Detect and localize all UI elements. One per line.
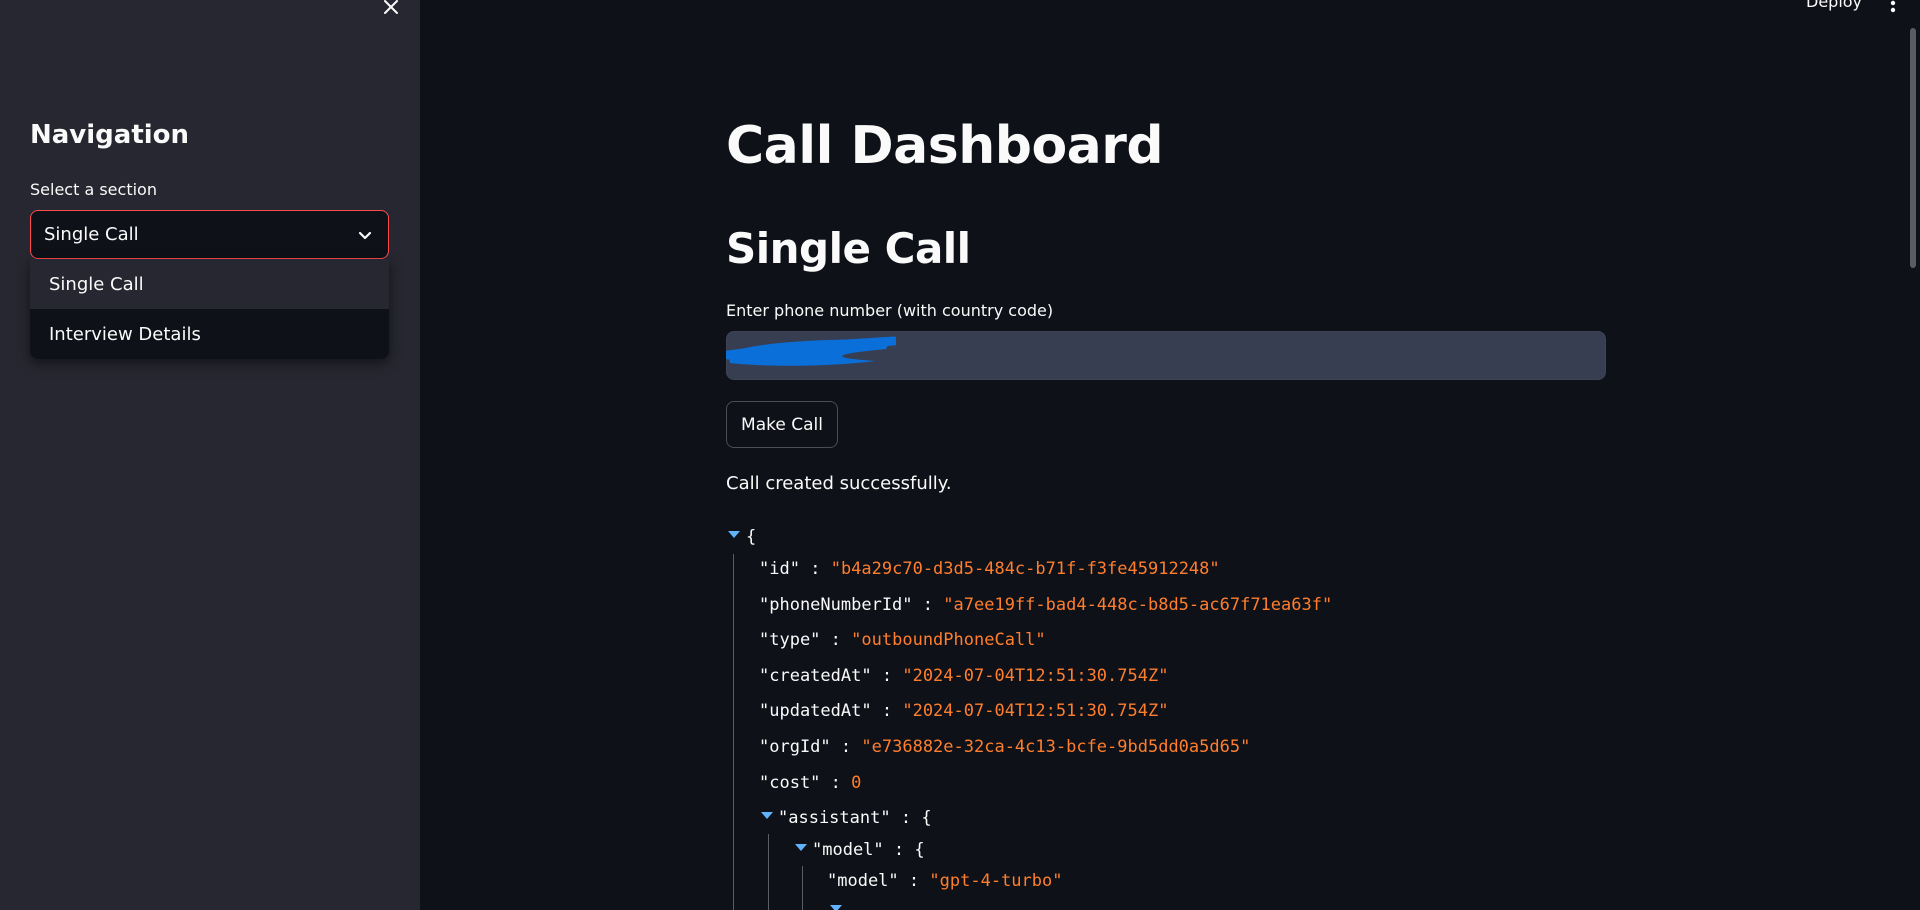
triangle-down-icon[interactable] xyxy=(795,844,807,851)
json-value: "2024-07-04T12:51:30.754Z" xyxy=(902,701,1169,721)
json-value: "e736882e-32ca-4c13-bcfe-9bd5dd0a5d65" xyxy=(861,737,1251,757)
json-root-row: { xyxy=(726,520,756,554)
json-row-model-name: "model" : "gpt-4-turbo" xyxy=(827,864,1062,898)
json-row-createdAt: "createdAt" : "2024-07-04T12:51:30.754Z" xyxy=(759,659,1168,693)
json-open-brace: { xyxy=(746,527,757,547)
json-key: "cost" xyxy=(759,773,821,793)
status-message: Call created successfully. xyxy=(726,473,952,494)
json-key: "orgId" xyxy=(759,737,831,757)
json-row-id: "id" : "b4a29c70-d3d5-484c-b71f-f3fe4591… xyxy=(759,552,1220,586)
json-separator: : xyxy=(830,773,841,793)
phone-number-label: Enter phone number (with country code) xyxy=(726,301,1054,320)
json-key: "type" xyxy=(759,630,821,650)
json-key: "createdAt" xyxy=(759,666,872,686)
main-scrollbar[interactable] xyxy=(1910,28,1916,268)
section-title: Single Call xyxy=(726,224,971,273)
main-menu-button[interactable] xyxy=(1886,0,1900,16)
json-open-brace: { xyxy=(921,808,932,828)
close-icon xyxy=(384,0,398,14)
sidebar: Navigation Select a section Single Call … xyxy=(0,0,420,910)
json-row-model-object: "model" : { xyxy=(795,833,925,867)
make-call-button[interactable]: Make Call xyxy=(726,401,838,448)
json-row-orgId: "orgId" : "e736882e-32ca-4c13-bcfe-9bd5d… xyxy=(759,730,1250,764)
json-row-updatedAt: "updatedAt" : "2024-07-04T12:51:30.754Z" xyxy=(759,694,1168,728)
json-separator: : xyxy=(810,559,821,579)
sidebar-title: Navigation xyxy=(30,120,190,150)
json-value: "a7ee19ff-bad4-448c-b8d5-ac67f71ea63f" xyxy=(943,595,1333,615)
json-value: "b4a29c70-d3d5-484c-b71f-f3fe45912248" xyxy=(830,559,1220,579)
json-key: "model" xyxy=(812,840,884,860)
json-value: "outboundPhoneCall" xyxy=(851,630,1046,650)
json-value: 0 xyxy=(851,773,862,793)
section-dropdown-menu: Single Call Interview Details xyxy=(30,259,389,359)
json-separator: : xyxy=(830,630,841,650)
deploy-button[interactable]: Deploy xyxy=(1806,0,1862,11)
json-separator: : xyxy=(893,840,905,860)
section-select-value: Single Call xyxy=(44,224,139,245)
json-separator: : xyxy=(908,871,920,891)
json-separator: : xyxy=(900,808,912,828)
redaction-scribble xyxy=(726,336,896,366)
json-key: "id" xyxy=(759,559,800,579)
json-key: "model" xyxy=(827,871,899,891)
json-key: "assistant" xyxy=(778,808,891,828)
json-key: "phoneNumberId" xyxy=(759,595,913,615)
select-section-label: Select a section xyxy=(30,180,157,199)
json-row-cost: "cost" : 0 xyxy=(759,766,861,800)
page-title: Call Dashboard xyxy=(726,116,1164,176)
json-separator: : xyxy=(881,701,893,721)
section-select[interactable]: Single Call xyxy=(30,210,389,259)
json-key: "updatedAt" xyxy=(759,701,872,721)
json-row-assistant: "assistant" : { xyxy=(761,801,932,835)
triangle-down-icon[interactable] xyxy=(761,812,773,819)
json-separator: : xyxy=(922,595,934,615)
dropdown-option-single-call[interactable]: Single Call xyxy=(30,259,389,309)
json-separator: : xyxy=(881,666,893,686)
json-separator: : xyxy=(840,737,852,757)
triangle-down-icon[interactable] xyxy=(830,905,842,910)
chevron-down-icon xyxy=(358,231,372,239)
json-row-type: "type" : "outboundPhoneCall" xyxy=(759,623,1046,657)
dropdown-option-interview-details[interactable]: Interview Details xyxy=(30,309,389,359)
triangle-down-icon[interactable] xyxy=(728,531,740,538)
json-open-brace: { xyxy=(914,840,925,860)
json-row-phoneNumberId: "phoneNumberId" : "a7ee19ff-bad4-448c-b8… xyxy=(759,588,1332,622)
json-indent-guide xyxy=(733,554,734,910)
kebab-menu-icon xyxy=(1890,0,1896,13)
json-viewer: { "id" : "b4a29c70-d3d5-484c-b71f-f3fe45… xyxy=(726,520,1626,910)
json-indent-guide xyxy=(802,866,803,910)
close-sidebar-button[interactable] xyxy=(378,0,404,20)
json-value: "2024-07-04T12:51:30.754Z" xyxy=(902,666,1169,686)
json-indent-guide xyxy=(768,834,769,910)
json-value: "gpt-4-turbo" xyxy=(929,871,1063,891)
